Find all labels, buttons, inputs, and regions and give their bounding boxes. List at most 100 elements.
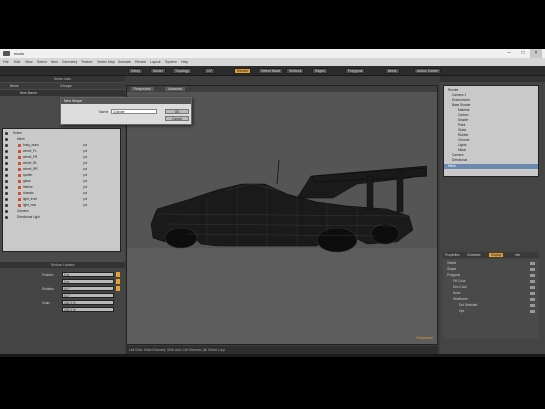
tab-info[interactable]: Info xyxy=(515,253,520,257)
visibility-eye-icon[interactable] xyxy=(5,156,8,159)
toggle[interactable] xyxy=(530,286,535,289)
properties-tabs: Properties Channels Display Info xyxy=(443,252,539,258)
menu-file[interactable]: File xyxy=(3,60,9,64)
mesh-item-icon xyxy=(18,162,21,165)
toolbar-polygons[interactable]: Polygons xyxy=(345,68,366,74)
toolbar-action-center[interactable]: Action Center xyxy=(414,68,442,74)
race-car-wireframe-mesh[interactable] xyxy=(147,154,427,254)
tree-row[interactable]: Camera xyxy=(3,209,120,214)
toolbar-items[interactable]: Items xyxy=(385,68,400,74)
letterbox-bottom xyxy=(0,357,545,409)
prop-field[interactable]: 100.0 % xyxy=(62,307,114,312)
visibility-eye-icon[interactable] xyxy=(5,144,8,147)
tree-row[interactable]: Directional Light xyxy=(3,215,120,220)
prop-accent-handle[interactable] xyxy=(116,286,120,291)
visibility-eye-icon[interactable] xyxy=(5,132,8,135)
visibility-eye-icon[interactable] xyxy=(5,192,8,195)
dialog-cancel-button[interactable]: Cancel xyxy=(165,116,189,121)
visibility-eye-icon[interactable] xyxy=(5,174,8,177)
tree-row[interactable]: chassis pol xyxy=(3,191,120,196)
visibility-eye-icon[interactable] xyxy=(5,216,8,219)
toggle[interactable] xyxy=(530,274,535,277)
prop-field[interactable]: 0 m xyxy=(62,272,114,277)
menu-animate[interactable]: Animate xyxy=(118,60,131,64)
prop-field[interactable]: 0 m xyxy=(62,279,114,284)
visibility-eye-icon[interactable] xyxy=(5,204,8,207)
toolbar-setup[interactable]: Setup xyxy=(128,68,144,74)
toolbar-uv[interactable]: UV xyxy=(204,68,215,74)
visibility-eye-icon[interactable] xyxy=(5,138,8,141)
menu-layout[interactable]: Layout xyxy=(150,60,161,64)
prop-field[interactable]: 100.0 % xyxy=(62,300,114,305)
menu-system[interactable]: System xyxy=(165,60,177,64)
column-item-name[interactable]: Item Name xyxy=(20,91,37,95)
maximize-button[interactable]: □ xyxy=(517,49,529,58)
tab-properties[interactable]: Properties xyxy=(445,253,460,257)
menu-view[interactable]: View xyxy=(25,60,33,64)
menu-texture[interactable]: Texture xyxy=(81,60,92,64)
dialog-ok-button[interactable]: OK xyxy=(165,109,189,114)
app-icon xyxy=(3,51,10,56)
viewport-tab-perspective[interactable]: Perspective xyxy=(131,87,154,91)
visibility-eye-icon[interactable] xyxy=(5,180,8,183)
toggle[interactable] xyxy=(530,298,535,301)
tree-row[interactable]: light_front pol xyxy=(3,197,120,202)
dialog-field-label: Name xyxy=(99,110,109,114)
tab-items[interactable]: Items xyxy=(10,84,19,88)
visibility-eye-icon[interactable] xyxy=(5,210,8,213)
menu-vertex-map[interactable]: Vertex Map xyxy=(97,60,115,64)
toolbar-render-active[interactable]: Render xyxy=(234,68,252,74)
tree-row[interactable]: spoiler pol xyxy=(3,173,120,178)
prop-accent-handle[interactable] xyxy=(116,272,120,277)
toggle[interactable] xyxy=(530,268,535,271)
visibility-eye-icon[interactable] xyxy=(5,150,8,153)
visibility-eye-icon[interactable] xyxy=(5,162,8,165)
minimize-button[interactable]: – xyxy=(503,49,515,58)
visibility-eye-icon[interactable] xyxy=(5,198,8,201)
shader-tree-row[interactable]: Directional xyxy=(452,158,538,163)
toolbar-topology[interactable]: Topology xyxy=(172,68,193,74)
tab-channels[interactable]: Channels xyxy=(467,253,480,257)
toggle[interactable] xyxy=(530,310,535,313)
tree-row[interactable]: wheel_RR pol xyxy=(3,167,120,172)
toolbar-select-mode[interactable]: Select Mode xyxy=(258,68,284,74)
menu-item[interactable]: Item xyxy=(51,60,58,64)
tab-display-active[interactable]: Display xyxy=(489,253,504,257)
toggle[interactable] xyxy=(530,280,535,283)
tree-row[interactable]: wheel_FL pol xyxy=(3,149,120,154)
tree-row[interactable]: wheel_RL pol xyxy=(3,161,120,166)
mesh-item-icon xyxy=(18,186,21,189)
toggle[interactable] xyxy=(530,304,535,307)
prop-field[interactable]: 0.0 ° xyxy=(62,293,114,298)
tree-row[interactable]: body_main pol xyxy=(3,143,120,148)
toolbar-model[interactable]: Model xyxy=(150,68,166,74)
menu-select[interactable]: Select xyxy=(37,60,47,64)
menu-render[interactable]: Render xyxy=(135,60,146,64)
menu-help[interactable]: Help xyxy=(181,60,188,64)
menu-edit[interactable]: Edit xyxy=(14,60,20,64)
tree-row[interactable]: interior pol xyxy=(3,185,120,190)
toolbar-edges[interactable]: Edges xyxy=(312,68,328,74)
menu-geometry[interactable]: Geometry xyxy=(62,60,77,64)
tree-row[interactable]: light_rear pol xyxy=(3,203,120,208)
toggle[interactable] xyxy=(530,262,535,265)
toolbar-vertices[interactable]: Vertices xyxy=(286,68,305,74)
toggle[interactable] xyxy=(530,292,535,295)
tree-row[interactable]: Scene xyxy=(3,131,120,136)
tree-row[interactable]: Mesh xyxy=(3,137,120,142)
prop-accent-handle[interactable] xyxy=(116,279,120,284)
visibility-eye-icon[interactable] xyxy=(5,186,8,189)
tree-row[interactable]: wheel_FR pol xyxy=(3,155,120,160)
visibility-eye-icon[interactable] xyxy=(5,168,8,171)
prop-row: Position 0 m xyxy=(2,272,122,278)
tree-row[interactable]: glass pol xyxy=(3,179,120,184)
shader-tree-row-selected[interactable]: Mesh xyxy=(444,164,538,169)
items-list-header: Items Lists xyxy=(0,76,125,82)
close-button[interactable]: × xyxy=(530,49,542,58)
items-list-columns: Item Name xyxy=(0,90,125,96)
tab-groups[interactable]: Groups xyxy=(60,84,71,88)
prop-field[interactable]: 0.0 ° xyxy=(62,286,114,291)
dialog-name-input[interactable]: Cylinder xyxy=(111,109,157,114)
display-prop-row: Dot Selected xyxy=(443,303,539,308)
viewport-tab-advanced[interactable]: Advanced xyxy=(165,87,186,91)
